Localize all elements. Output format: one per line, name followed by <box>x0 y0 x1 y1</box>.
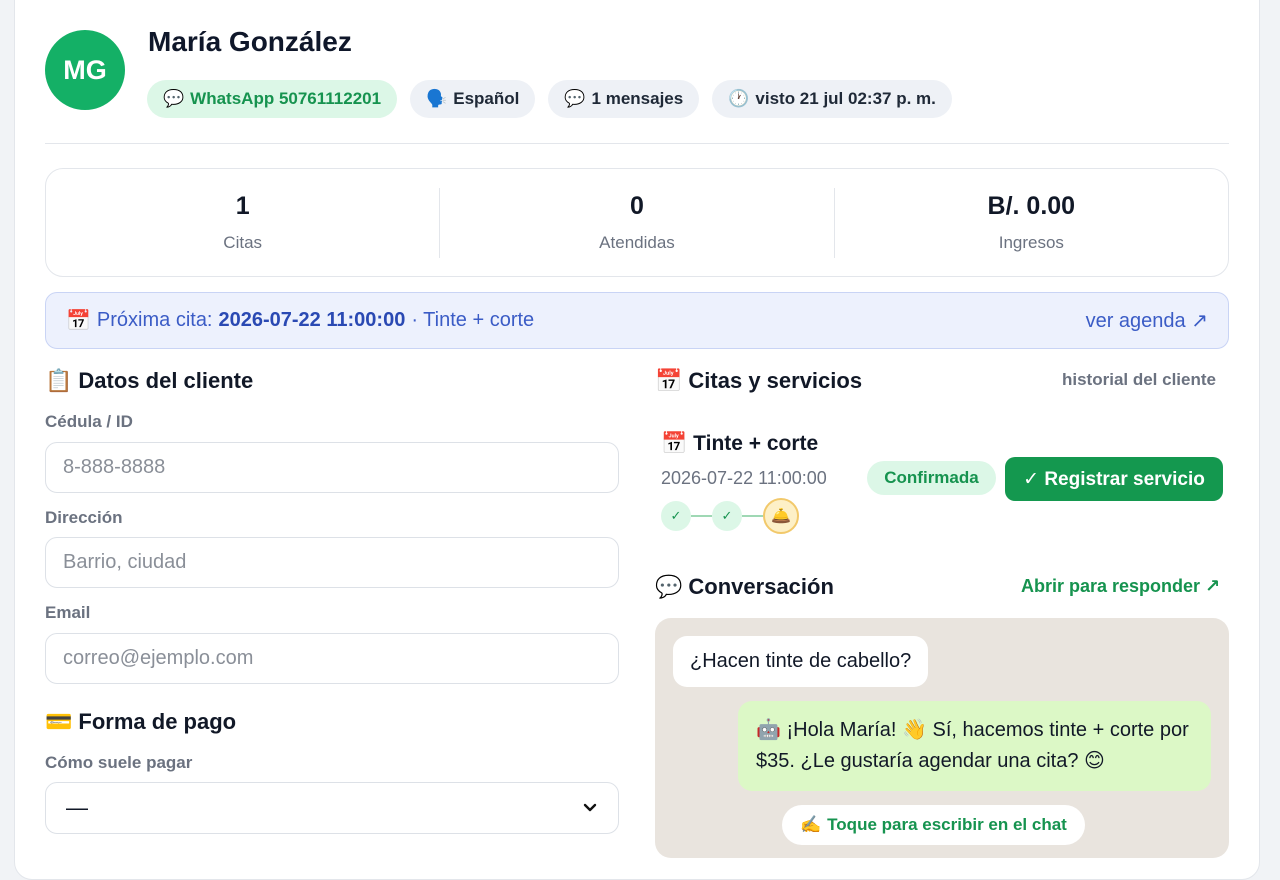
payment-heading: 💳 Forma de pago <box>45 709 236 735</box>
view-agenda-link[interactable]: ver agenda ↗ <box>1086 308 1208 333</box>
stat-label: Citas <box>223 233 263 252</box>
header-divider <box>45 143 1229 144</box>
chat-panel[interactable]: ¿Hacen tinte de cabello? 🤖 ¡Hola María! … <box>655 618 1229 858</box>
next-appointment-service: · Tinte + corte <box>411 309 535 331</box>
speech-bubble-icon: 💬 <box>163 89 185 108</box>
id-input[interactable] <box>45 442 619 493</box>
status-badge: Confirmada <box>867 461 996 495</box>
id-label: Cédula / ID <box>45 412 133 431</box>
appointments-title: Citas y servicios <box>688 368 863 393</box>
client-name: María González <box>148 26 352 57</box>
payment-method-value: — <box>66 795 88 820</box>
progress-connector <box>742 515 763 517</box>
speaking-head-icon: 🗣️ <box>426 89 448 108</box>
appointment-item-title: 📅 Tinte + corte <box>661 432 818 456</box>
stats-panel: 1 Citas 0 Atendidas B/. 0.00 Ingresos <box>45 168 1229 277</box>
conversation-title: Conversación <box>688 574 834 599</box>
speech-bubble-icon: 💬 <box>564 89 586 108</box>
stat-citas: 1 Citas <box>46 188 439 258</box>
next-appointment-label: Próxima cita: <box>96 309 213 331</box>
stat-value: 1 <box>235 192 250 220</box>
credit-card-icon: 💳 <box>45 709 73 734</box>
stat-atendidas: 0 Atendidas <box>439 187 833 258</box>
email-input[interactable] <box>45 633 619 684</box>
next-appointment-datetime: 2026-07-22 11:00:00 <box>218 309 406 331</box>
calendar-icon: 📅 <box>66 310 91 332</box>
speech-bubble-icon: 💬 <box>655 574 683 599</box>
last-seen-label: visto 21 jul 02:37 p. m. <box>755 89 936 108</box>
progress-connector <box>691 515 712 517</box>
stat-value: B/. 0.00 <box>987 192 1076 220</box>
client-data-heading: 📋 Datos del cliente <box>45 368 253 394</box>
tap-to-write-button[interactable]: ✍️ Toque para escribir en el chat <box>782 805 1085 845</box>
whatsapp-number: WhatsApp 50761112201 <box>190 89 382 108</box>
language-label: Español <box>453 89 520 108</box>
register-service-button[interactable]: ✓ Registrar servicio <box>1005 457 1223 501</box>
profile-pills: 💬 WhatsApp 50761112201 🗣️ Español 💬 1 me… <box>147 80 952 118</box>
stat-label: Atendidas <box>599 233 675 252</box>
last-seen-pill: 🕐 visto 21 jul 02:37 p. m. <box>712 80 952 118</box>
chevron-down-icon <box>582 795 598 821</box>
appointment-datetime: 2026-07-22 11:00:00 <box>661 468 827 488</box>
open-to-reply-link[interactable]: Abrir para responder ↗ <box>1021 576 1220 597</box>
payment-title: Forma de pago <box>78 709 237 734</box>
email-label: Email <box>45 603 91 622</box>
stat-value: 0 <box>630 192 644 220</box>
whatsapp-pill[interactable]: 💬 WhatsApp 50761112201 <box>147 80 398 118</box>
address-input[interactable] <box>45 537 619 588</box>
stat-label: Ingresos <box>998 233 1064 252</box>
appointment-service: Tinte + corte <box>693 432 819 455</box>
avatar: MG <box>45 30 125 110</box>
incoming-message: ¿Hacen tinte de cabello? <box>673 636 929 687</box>
client-history-link[interactable]: historial del cliente <box>1062 370 1216 390</box>
next-appointment-banner: 📅 Próxima cita: 2026-07-22 11:00:00 · Ti… <box>45 292 1229 349</box>
conversation-heading: 💬 Conversación <box>655 574 834 600</box>
appointments-heading: 📅 Citas y servicios <box>655 368 862 394</box>
clock-icon: 🕐 <box>728 89 750 108</box>
payment-method-label: Cómo suele pagar <box>45 753 193 772</box>
bellhop-bell-icon: 🛎️ <box>763 498 799 534</box>
messages-count: 1 mensajes <box>591 89 684 108</box>
check-icon: ✓ <box>661 501 691 531</box>
writing-hand-icon: ✍️ <box>800 815 822 834</box>
appointment-progress: ✓ ✓ 🛎️ <box>661 498 799 534</box>
calendar-icon: 📅 <box>661 432 688 455</box>
client-data-title: Datos del cliente <box>78 368 254 393</box>
outgoing-message: 🤖 ¡Hola María! 👋 Sí, hacemos tinte + cor… <box>738 701 1211 791</box>
language-pill: 🗣️ Español <box>410 80 536 118</box>
check-icon: ✓ <box>712 501 742 531</box>
calendar-icon: 📅 <box>655 368 683 393</box>
address-label: Dirección <box>45 508 123 527</box>
tap-to-write-label: Toque para escribir en el chat <box>827 815 1067 834</box>
messages-pill: 💬 1 mensajes <box>548 80 700 118</box>
stat-ingresos: B/. 0.00 Ingresos <box>833 187 1228 258</box>
clipboard-icon: 📋 <box>45 368 73 393</box>
payment-method-select[interactable]: — <box>45 782 619 834</box>
